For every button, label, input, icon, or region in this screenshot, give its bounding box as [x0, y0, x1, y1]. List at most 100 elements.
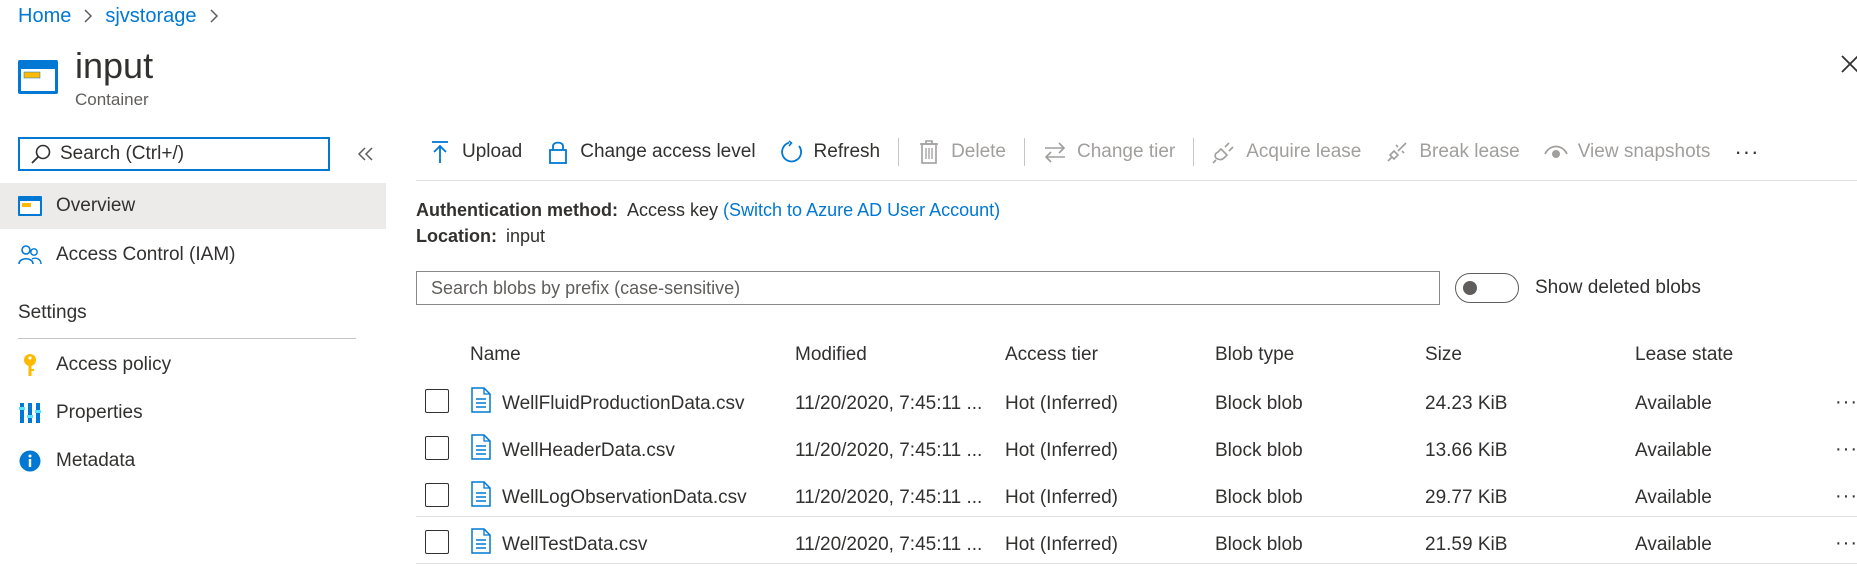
refresh-icon: [780, 140, 804, 164]
unplug-icon: [1385, 140, 1409, 164]
file-icon: [471, 528, 491, 554]
cell-size: 13.66 KiB: [1425, 440, 1508, 461]
acquire-lease-button[interactable]: Acquire lease: [1200, 132, 1373, 172]
cell-blob-type: Block blob: [1215, 487, 1303, 508]
nav-item-properties[interactable]: Properties: [0, 390, 386, 436]
cell-lease-state: Available: [1635, 440, 1712, 461]
blob-name-link[interactable]: WellFluidProductionData.csv: [502, 393, 745, 415]
breadcrumb-home-link[interactable]: Home: [18, 5, 71, 28]
cell-size: 21.59 KiB: [1425, 534, 1508, 555]
close-icon[interactable]: [1838, 50, 1857, 78]
nav-item-overview[interactable]: Overview: [0, 183, 386, 229]
cell-blob-type: Block blob: [1215, 440, 1303, 461]
change-tier-label: Change tier: [1077, 141, 1176, 162]
nav-search-box[interactable]: [18, 137, 330, 171]
file-icon: [471, 481, 491, 507]
nav-item-label: Overview: [56, 195, 136, 216]
auth-method-value: Access key: [627, 200, 719, 220]
search-icon: [30, 143, 52, 165]
delete-button[interactable]: Delete: [905, 132, 1018, 172]
nav-section-settings: Settings: [18, 302, 87, 323]
show-deleted-label: Show deleted blobs: [1535, 277, 1701, 298]
nav-item-access-policy[interactable]: Access policy: [0, 342, 386, 388]
row-divider: [416, 563, 1857, 564]
upload-button[interactable]: Upload: [416, 132, 534, 172]
properties-icon: [18, 401, 42, 425]
cell-access-tier: Hot (Inferred): [1005, 487, 1118, 508]
auth-method-label: Authentication method:: [416, 200, 618, 220]
column-header-lease-state[interactable]: Lease state: [1635, 344, 1733, 366]
column-header-name[interactable]: Name: [470, 344, 521, 366]
breadcrumb: Home sjvstorage: [18, 3, 231, 29]
nav-search-input[interactable]: [60, 143, 320, 165]
cell-size: 29.77 KiB: [1425, 487, 1508, 508]
toolbar-divider: [1193, 138, 1195, 166]
change-access-level-button[interactable]: Change access level: [534, 132, 767, 172]
chevron-right-icon: [83, 8, 93, 24]
row-more-icon[interactable]: ···: [1835, 532, 1857, 555]
cell-modified: 11/20/2020, 7:45:11 ...: [795, 487, 983, 508]
container-icon: [18, 60, 58, 94]
info-icon: [18, 449, 42, 473]
refresh-label: Refresh: [813, 141, 881, 162]
column-header-access-tier[interactable]: Access tier: [1005, 344, 1098, 366]
nav-item-metadata[interactable]: Metadata: [0, 438, 386, 484]
cell-modified: 11/20/2020, 7:45:11 ...: [795, 440, 983, 461]
row-checkbox[interactable]: [425, 436, 449, 460]
nav-divider: [18, 338, 356, 339]
row-more-icon[interactable]: ···: [1835, 391, 1857, 414]
column-header-size[interactable]: Size: [1425, 344, 1462, 366]
row-more-icon[interactable]: ···: [1835, 485, 1857, 508]
blob-search-box[interactable]: [416, 271, 1440, 305]
command-bar: Upload Change access level Refresh Delet…: [416, 132, 1771, 172]
blob-name-link[interactable]: WellHeaderData.csv: [502, 440, 675, 462]
nav-item-access-control[interactable]: Access Control (IAM): [0, 232, 386, 278]
blob-search-input[interactable]: [429, 276, 1439, 300]
cell-size: 24.23 KiB: [1425, 393, 1508, 414]
change-tier-button[interactable]: Change tier: [1031, 132, 1187, 172]
column-header-modified[interactable]: Modified: [795, 344, 867, 366]
break-lease-label: Break lease: [1419, 141, 1520, 162]
blob-name-link[interactable]: WellTestData.csv: [502, 534, 647, 556]
cell-lease-state: Available: [1635, 393, 1712, 414]
view-snapshots-button[interactable]: View snapshots: [1532, 132, 1723, 172]
page-subtitle: Container: [75, 90, 149, 109]
cell-access-tier: Hot (Inferred): [1005, 534, 1118, 555]
eye-icon: [1543, 140, 1568, 164]
row-more-icon[interactable]: ···: [1835, 438, 1857, 461]
cell-access-tier: Hot (Inferred): [1005, 440, 1118, 461]
view-snapshots-label: View snapshots: [1577, 141, 1711, 162]
upload-icon: [428, 140, 452, 164]
acquire-lease-label: Acquire lease: [1246, 141, 1362, 162]
cell-modified: 11/20/2020, 7:45:11 ...: [795, 393, 983, 414]
refresh-button[interactable]: Refresh: [768, 132, 893, 172]
container-icon: [18, 194, 42, 218]
location-value: input: [506, 226, 546, 246]
change-access-label: Change access level: [580, 141, 756, 162]
delete-label: Delete: [951, 141, 1006, 162]
more-icon: ···: [1734, 139, 1760, 164]
cell-lease-state: Available: [1635, 487, 1712, 508]
lock-icon: [546, 140, 570, 164]
row-checkbox[interactable]: [425, 483, 449, 507]
swap-arrows-icon: [1043, 140, 1067, 164]
show-deleted-toggle[interactable]: [1455, 273, 1519, 303]
cell-modified: 11/20/2020, 7:45:11 ...: [795, 534, 983, 555]
toolbar-divider-line: [416, 180, 1857, 181]
more-commands-button[interactable]: ···: [1722, 132, 1771, 172]
people-icon: [18, 243, 42, 267]
file-icon: [471, 387, 491, 413]
cell-lease-state: Available: [1635, 534, 1712, 555]
nav-item-label: Properties: [56, 402, 143, 423]
row-checkbox[interactable]: [425, 530, 449, 554]
nav-item-label: Access Control (IAM): [56, 244, 236, 265]
collapse-menu-icon[interactable]: [354, 140, 378, 168]
location-row: Location: input: [416, 226, 545, 247]
break-lease-button[interactable]: Break lease: [1373, 132, 1531, 172]
blob-name-link[interactable]: WellLogObservationData.csv: [502, 487, 747, 509]
column-header-blob-type[interactable]: Blob type: [1215, 344, 1294, 366]
upload-label: Upload: [462, 141, 523, 162]
row-checkbox[interactable]: [425, 389, 449, 413]
breadcrumb-storage-link[interactable]: sjvstorage: [105, 5, 196, 28]
switch-auth-link[interactable]: (Switch to Azure AD User Account): [723, 200, 1000, 220]
